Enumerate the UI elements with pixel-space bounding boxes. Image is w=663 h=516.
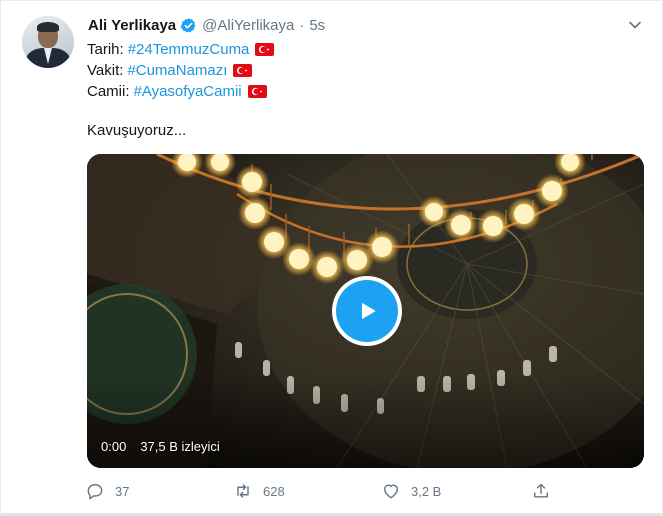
play-button[interactable] (332, 276, 402, 346)
avatar[interactable] (22, 16, 74, 68)
like-button[interactable]: 3,2 B (381, 480, 441, 502)
retweet-count: 628 (263, 483, 285, 499)
share-icon (534, 483, 548, 498)
turkey-flag-icon (233, 64, 253, 77)
separator-dot: · (299, 16, 305, 34)
chevron-down-icon[interactable] (625, 15, 645, 35)
reply-icon (87, 484, 103, 500)
video-duration: 0:00 (101, 439, 127, 454)
tweet-header: Ali Yerlikaya @AliYerlikaya · 5s (88, 15, 325, 35)
tweet-message: Kavuşuyoruz... (87, 122, 187, 139)
tweet-line-mosque: Camii: #AyasofyaCamii (87, 81, 274, 102)
turkey-flag-icon (247, 85, 267, 98)
tweet-timestamp[interactable]: 5s (309, 17, 325, 34)
retweet-icon (237, 484, 249, 498)
share-button[interactable] (531, 480, 551, 502)
reply-count: 37 (115, 483, 130, 499)
reply-button[interactable]: 37 (85, 480, 129, 502)
video-views: 37,5 B izleyici (140, 439, 220, 454)
line-label: Vakit: (87, 62, 124, 79)
verified-badge-icon (180, 17, 196, 33)
line-label: Tarih: (87, 41, 124, 58)
hashtag-link[interactable]: #CumaNamazı (127, 60, 227, 81)
author-handle[interactable]: @AliYerlikaya (202, 17, 294, 34)
video-player[interactable]: 0:00 37,5 B izleyici (87, 154, 644, 468)
action-bar: 37 628 3,2 B (85, 480, 565, 502)
tweet-line-time: Vakit: #CumaNamazı (87, 60, 274, 81)
hashtag-link[interactable]: #24TemmuzCuma (128, 39, 250, 60)
turkey-flag-icon (255, 43, 275, 56)
retweet-button[interactable]: 628 (233, 480, 285, 502)
like-count: 3,2 B (411, 483, 442, 499)
tweet-line-date: Tarih: #24TemmuzCuma (87, 39, 275, 60)
tweet-card[interactable]: Ali Yerlikaya @AliYerlikaya · 5s Tarih: … (0, 0, 663, 516)
heart-icon (384, 484, 398, 499)
video-meta: 0:00 37,5 B izleyici (101, 439, 220, 454)
hashtag-link[interactable]: #AyasofyaCamii (134, 81, 242, 102)
tweet-text: Tarih: #24TemmuzCuma Vakit: #CumaNamazı (87, 39, 275, 102)
author-name[interactable]: Ali Yerlikaya (88, 17, 176, 34)
play-icon (362, 302, 376, 320)
line-label: Camii: (87, 83, 130, 100)
